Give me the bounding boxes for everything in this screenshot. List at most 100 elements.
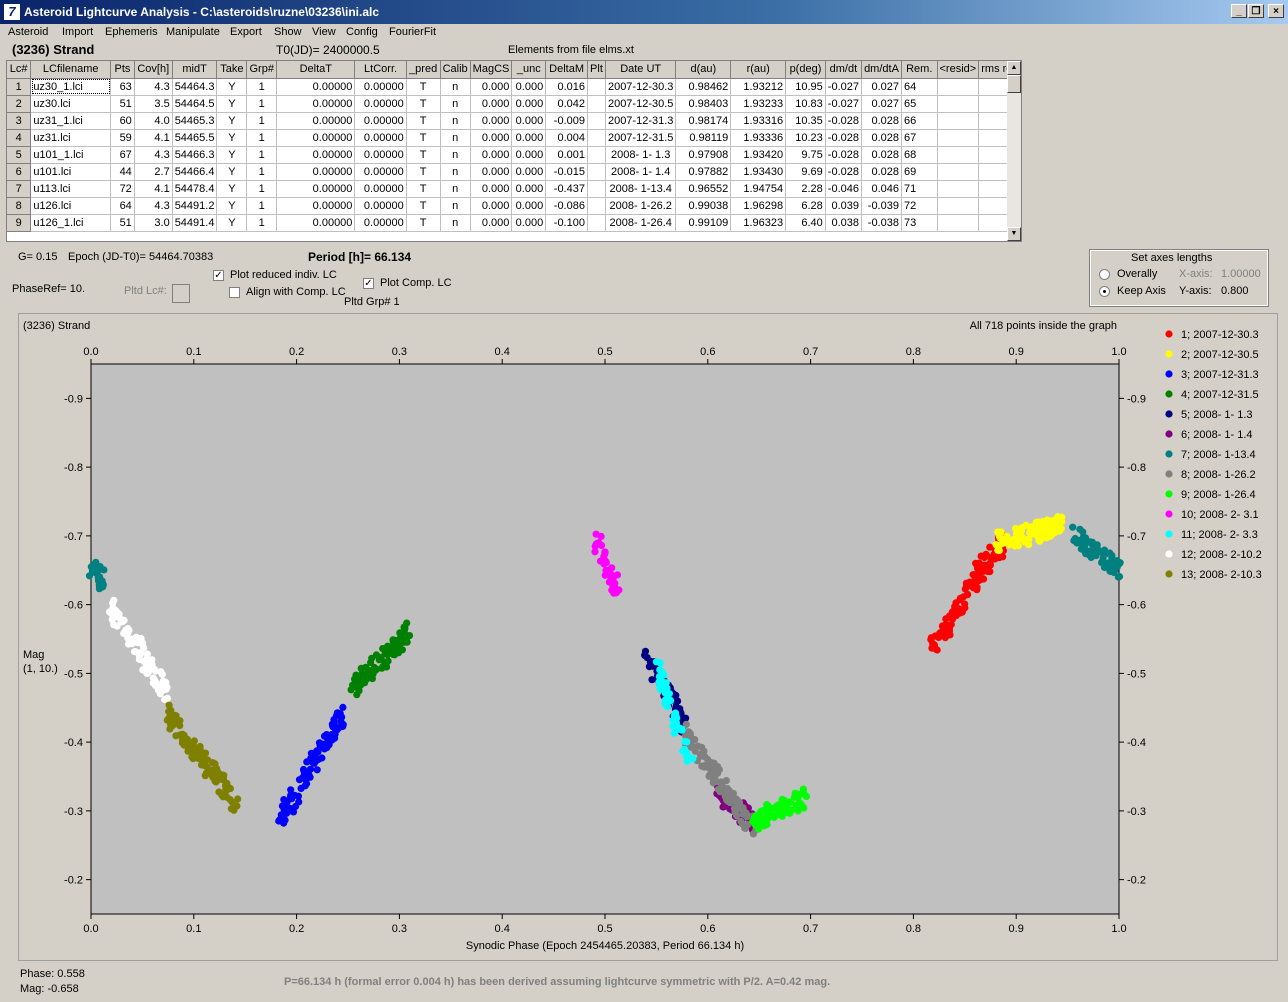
table-cell[interactable]	[587, 214, 606, 232]
table-cell[interactable]: 1	[246, 95, 278, 113]
table-cell[interactable]: 0.98119	[675, 129, 732, 147]
table-cell[interactable]: 0.000	[511, 163, 547, 181]
table-cell[interactable]: 0.00000	[276, 78, 356, 96]
table-cell[interactable]: 0.000	[511, 95, 547, 113]
table-cell[interactable]: 1.93430	[730, 163, 787, 181]
table-cell[interactable]: 0.039	[825, 197, 863, 215]
table-row[interactable]: 3 uz31_1.lci 60 4.0 54465.3 Y 1 0.00000 0.00000 T…	[7, 112, 1021, 130]
table-cell[interactable]: 3.5	[134, 95, 173, 113]
table-cell[interactable]: 0.046	[861, 180, 902, 198]
table-cell[interactable]	[587, 78, 606, 96]
table-cell[interactable]: 4.0	[134, 112, 173, 130]
table-cell[interactable]: 1	[246, 129, 278, 147]
menu-export[interactable]: Export	[230, 26, 262, 38]
column-header[interactable]: Take	[216, 61, 248, 79]
column-header[interactable]: dm/dtA	[861, 61, 902, 79]
row-number[interactable]: 4	[7, 129, 32, 147]
table-cell[interactable]: 0.000	[470, 163, 513, 181]
table-cell[interactable]	[937, 146, 980, 164]
table-cell[interactable]: 1.93212	[730, 78, 787, 96]
table-cell[interactable]: 54491.2	[172, 197, 218, 215]
table-row[interactable]: 9 u126_1.lci 51 3.0 54491.4 Y 1 0.00000 0.00000 T…	[7, 214, 1021, 232]
table-cell[interactable]: 6.40	[785, 214, 826, 232]
table-cell[interactable]: n	[440, 163, 471, 181]
table-cell[interactable]: Y	[216, 214, 248, 232]
table-cell[interactable]	[937, 214, 980, 232]
table-cell[interactable]: 0.000	[470, 78, 513, 96]
table-cell[interactable]: Y	[216, 112, 248, 130]
menu-ephemeris[interactable]: Ephemeris	[105, 26, 158, 38]
table-cell[interactable]: Y	[216, 95, 248, 113]
table-cell[interactable]: 60	[110, 112, 135, 130]
table-cell[interactable]: 2007-12-31.3	[605, 112, 677, 130]
table-cell[interactable]: 4.3	[134, 146, 173, 164]
table-cell[interactable]: -0.009	[545, 112, 588, 130]
table-cell[interactable]: 1	[246, 112, 278, 130]
table-cell[interactable]: 67	[110, 146, 135, 164]
table-cell[interactable]: 0.00000	[276, 146, 356, 164]
table-cell[interactable]: 1	[246, 214, 278, 232]
table-cell[interactable]: 51	[110, 95, 135, 113]
table-cell[interactable]: T	[406, 163, 441, 181]
table-cell[interactable]	[937, 180, 980, 198]
table-cell[interactable]: Y	[216, 197, 248, 215]
scroll-down-icon[interactable]: ▼	[1007, 227, 1021, 241]
table-cell[interactable]: 66	[901, 112, 938, 130]
phase-ref-label[interactable]: PhaseRef= 10.	[12, 283, 85, 295]
table-cell[interactable]: 0.028	[861, 129, 902, 147]
row-number[interactable]: 2	[7, 95, 32, 113]
table-cell[interactable]: 0.00000	[276, 95, 356, 113]
table-cell[interactable]: 54478.4	[172, 180, 218, 198]
row-number[interactable]: 7	[7, 180, 32, 198]
table-cell[interactable]: uz30_1.lci	[30, 78, 112, 96]
table-cell[interactable]: 1.94754	[730, 180, 787, 198]
plot-comp-checkbox[interactable]: ✓	[363, 278, 374, 289]
table-cell[interactable]: 0.016	[545, 78, 588, 96]
table-cell[interactable]: 63	[110, 78, 135, 96]
menu-fourierfit[interactable]: FourierFit	[389, 26, 436, 38]
table-cell[interactable]: 65	[901, 95, 938, 113]
table-cell[interactable]: uz31.lci	[30, 129, 112, 147]
table-cell[interactable]: u101.lci	[30, 163, 112, 181]
table-cell[interactable]: 2008- 1-13.4	[605, 180, 677, 198]
table-cell[interactable]: 2.28	[785, 180, 826, 198]
table-cell[interactable]: 54464.5	[172, 95, 218, 113]
menu-asteroid[interactable]: Asteroid	[8, 26, 48, 38]
table-cell[interactable]	[937, 112, 980, 130]
table-cell[interactable]: 44	[110, 163, 135, 181]
table-cell[interactable]: Y	[216, 163, 248, 181]
table-cell[interactable]: 54466.3	[172, 146, 218, 164]
table-cell[interactable]: -0.100	[545, 214, 588, 232]
row-number[interactable]: 9	[7, 214, 32, 232]
row-number[interactable]: 1	[7, 78, 32, 96]
table-cell[interactable]: 1.93336	[730, 129, 787, 147]
table-cell[interactable]	[937, 129, 980, 147]
table-cell[interactable]: 2008- 1- 1.3	[605, 146, 677, 164]
table-cell[interactable]: 72	[901, 197, 938, 215]
table-cell[interactable]: 2007-12-30.3	[605, 78, 677, 96]
table-cell[interactable]: 54466.4	[172, 163, 218, 181]
table-cell[interactable]: uz31_1.lci	[30, 112, 112, 130]
table-cell[interactable]: -0.039	[861, 197, 902, 215]
table-cell[interactable]: n	[440, 180, 471, 198]
table-cell[interactable]: 0.00000	[276, 197, 356, 215]
table-cell[interactable]: 4.1	[134, 129, 173, 147]
table-cell[interactable]: -0.028	[825, 112, 863, 130]
menu-import[interactable]: Import	[62, 26, 93, 38]
table-cell[interactable]: Y	[216, 129, 248, 147]
table-cell[interactable]: 0.000	[511, 146, 547, 164]
table-cell[interactable]: u126_1.lci	[30, 214, 112, 232]
table-cell[interactable]: 51	[110, 214, 135, 232]
table-cell[interactable]: n	[440, 129, 471, 147]
table-cell[interactable]: 0.042	[545, 95, 588, 113]
table-cell[interactable]: 0.027	[861, 78, 902, 96]
table-cell[interactable]: 0.00000	[354, 78, 407, 96]
table-cell[interactable]: 54464.3	[172, 78, 218, 96]
column-header[interactable]: Calib	[440, 61, 471, 79]
menu-manipulate[interactable]: Manipulate	[166, 26, 220, 38]
table-row[interactable]: 8 u126.lci 64 4.3 54491.2 Y 1 0.00000 0.00000 Tn 0…	[7, 197, 1021, 215]
table-cell[interactable]: T	[406, 180, 441, 198]
table-cell[interactable]: n	[440, 78, 471, 96]
table-cell[interactable]: 0.00000	[276, 163, 356, 181]
table-cell[interactable]: 1.93316	[730, 112, 787, 130]
